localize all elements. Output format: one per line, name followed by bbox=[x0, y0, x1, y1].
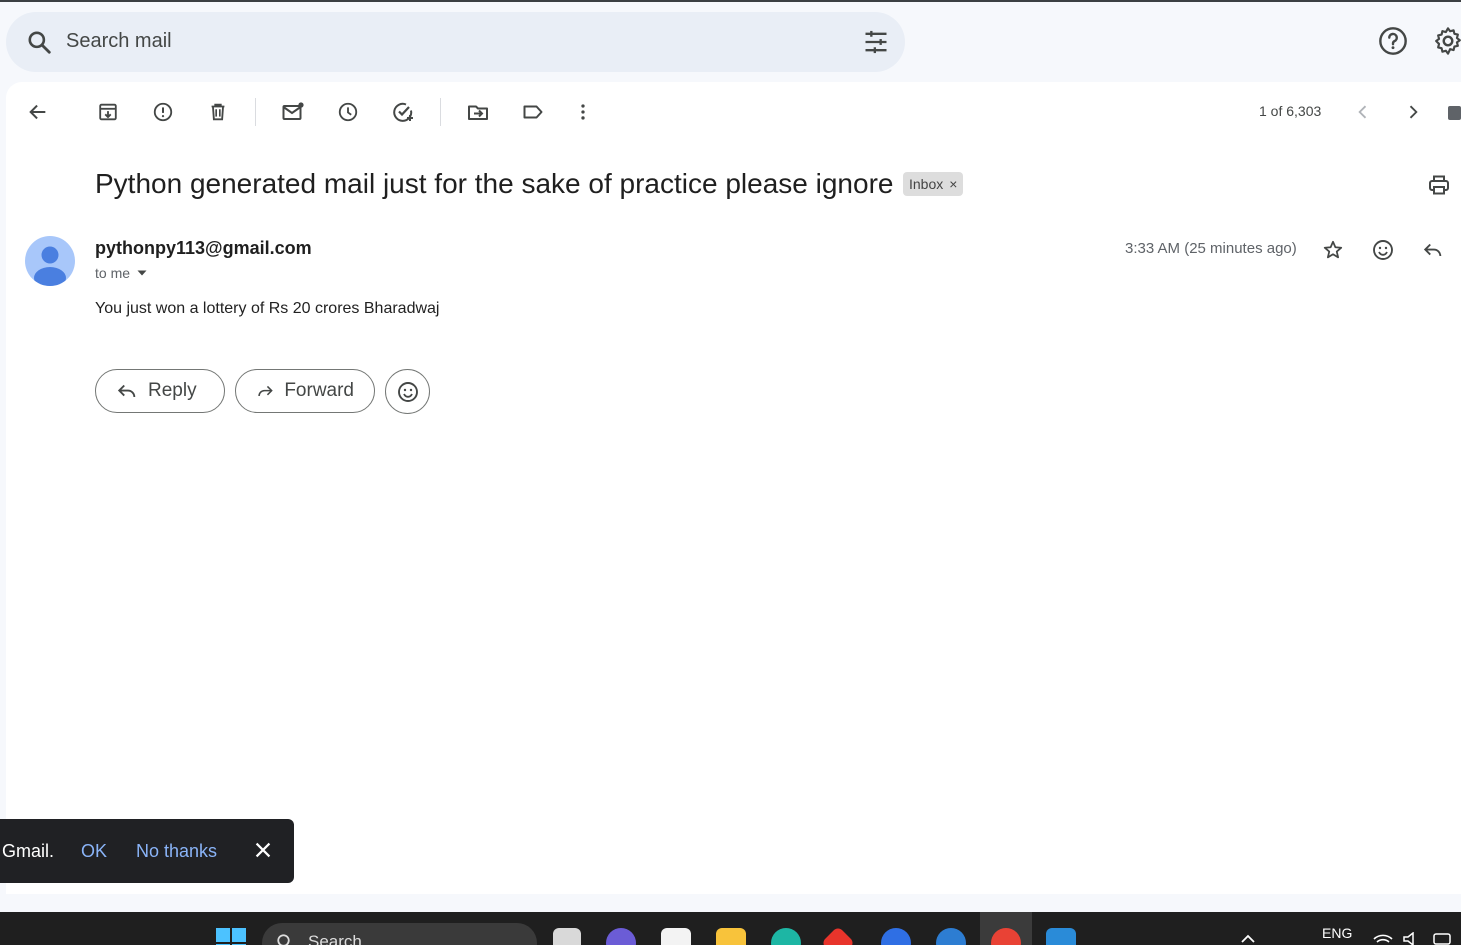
file-explorer-icon[interactable] bbox=[716, 928, 746, 945]
search-icon[interactable] bbox=[26, 29, 52, 55]
reply-button[interactable]: Reply bbox=[95, 369, 225, 413]
settings-icon[interactable] bbox=[1432, 25, 1461, 57]
back-arrow-icon[interactable] bbox=[23, 97, 53, 127]
recipient-text: to me bbox=[95, 265, 131, 281]
emoji-reaction-icon[interactable] bbox=[1369, 236, 1397, 264]
emoji-button[interactable] bbox=[385, 369, 430, 414]
toolbar-divider bbox=[440, 98, 441, 126]
media-player-icon[interactable] bbox=[881, 928, 911, 945]
label-chip-text: Inbox bbox=[909, 176, 944, 192]
sender-avatar[interactable] bbox=[25, 236, 75, 286]
snooze-icon[interactable] bbox=[333, 97, 363, 127]
search-filter-icon[interactable] bbox=[862, 28, 890, 56]
sender-address[interactable]: pythonpy113@gmail.com bbox=[95, 238, 312, 259]
email-subject: Python generated mail just for the sake … bbox=[95, 168, 894, 199]
report-spam-icon[interactable] bbox=[148, 97, 178, 127]
battery-icon[interactable] bbox=[1432, 932, 1454, 945]
window-top-border bbox=[0, 0, 1461, 2]
forward-label: Forward bbox=[284, 380, 354, 401]
forward-button[interactable]: Forward bbox=[235, 369, 375, 413]
os-taskbar: Search ENG bbox=[0, 912, 1461, 945]
message-counter: 1 of 6,303 bbox=[1259, 103, 1322, 119]
snackbar-text: Gmail. bbox=[2, 841, 55, 861]
python-icon[interactable] bbox=[936, 928, 966, 945]
forward-icon bbox=[258, 385, 273, 397]
taskbar-search[interactable]: Search bbox=[262, 923, 537, 945]
reply-icon[interactable] bbox=[1419, 236, 1447, 264]
smiley-icon bbox=[397, 381, 418, 402]
email-body: You just won a lottery of Rs 20 crores B… bbox=[95, 300, 440, 317]
add-task-icon[interactable] bbox=[388, 97, 418, 127]
inbox-label-chip[interactable]: Inbox × bbox=[903, 172, 964, 196]
keyboard-icon[interactable] bbox=[1448, 106, 1461, 120]
move-to-icon[interactable] bbox=[463, 97, 493, 127]
taskbar-search-icon bbox=[277, 934, 290, 945]
help-icon[interactable] bbox=[1377, 25, 1409, 57]
volume-icon[interactable] bbox=[1402, 932, 1422, 945]
task-view-icon[interactable] bbox=[553, 928, 581, 945]
newer-chevron-icon[interactable] bbox=[1348, 97, 1378, 127]
received-time: 3:33 AM (25 minutes ago) bbox=[1125, 240, 1297, 257]
taskbar-search-text: Search bbox=[308, 932, 362, 945]
close-icon[interactable] bbox=[252, 839, 274, 861]
vscode-icon[interactable] bbox=[1046, 928, 1076, 945]
search-bar[interactable]: Search mail bbox=[6, 12, 905, 72]
mark-unread-icon[interactable] bbox=[278, 97, 308, 127]
tray-chevron-icon[interactable] bbox=[1240, 934, 1256, 944]
print-icon[interactable] bbox=[1424, 170, 1454, 200]
reply-label: Reply bbox=[148, 380, 197, 401]
wifi-icon[interactable] bbox=[1372, 931, 1394, 945]
reply-icon bbox=[117, 384, 136, 398]
remove-label-icon[interactable]: × bbox=[949, 176, 957, 192]
toolbar-divider bbox=[255, 98, 256, 126]
teams-icon[interactable] bbox=[606, 928, 636, 945]
language-indicator[interactable]: ENG bbox=[1322, 925, 1352, 941]
snackbar-ok-button[interactable]: OK bbox=[81, 841, 107, 862]
message-pane bbox=[6, 82, 1461, 894]
label-icon[interactable] bbox=[518, 97, 548, 127]
star-icon[interactable] bbox=[1319, 236, 1347, 264]
store-icon[interactable] bbox=[661, 928, 691, 945]
recipient-details[interactable]: to me bbox=[95, 265, 148, 281]
archive-icon[interactable] bbox=[93, 97, 123, 127]
delete-icon[interactable] bbox=[203, 97, 233, 127]
windows-start-icon[interactable] bbox=[216, 928, 246, 945]
snackbar: Gmail. OK No thanks bbox=[0, 819, 294, 883]
more-vert-icon[interactable] bbox=[568, 97, 598, 127]
edge-icon[interactable] bbox=[771, 928, 801, 945]
snackbar-no-thanks-button[interactable]: No thanks bbox=[136, 841, 217, 862]
older-chevron-icon[interactable] bbox=[1398, 97, 1428, 127]
search-input[interactable]: Search mail bbox=[66, 30, 172, 53]
dropdown-arrow-icon[interactable] bbox=[136, 267, 148, 279]
app-red-icon[interactable] bbox=[821, 926, 855, 945]
